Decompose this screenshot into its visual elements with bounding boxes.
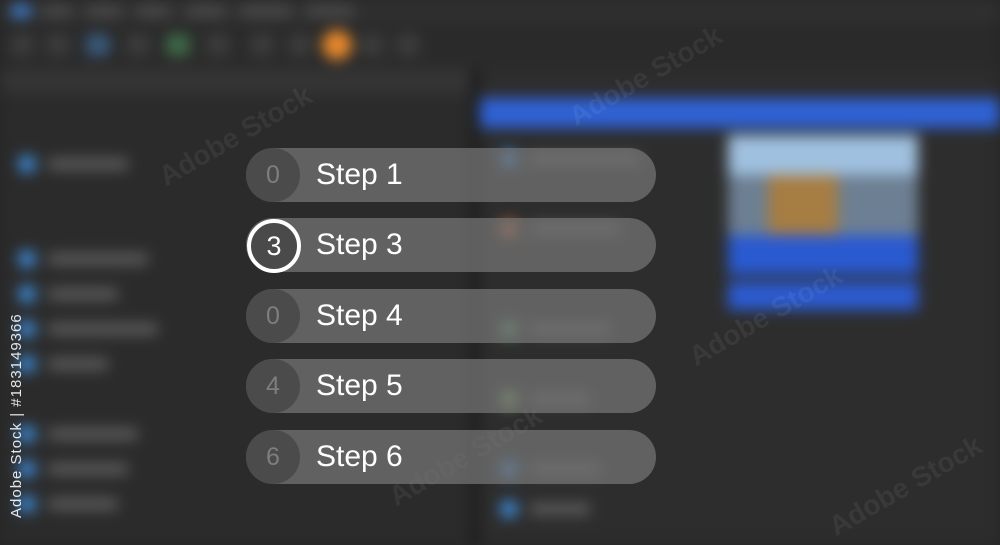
step-label: Step 6 (316, 440, 403, 473)
step-label: Step 1 (316, 158, 403, 191)
step-number-badge: 0 (246, 148, 300, 202)
step-number-badge: 4 (246, 359, 300, 413)
step-label: Step 4 (316, 299, 403, 332)
step-item[interactable]: 4 Step 5 (246, 359, 656, 413)
step-item-active[interactable]: 3 Step 3 (246, 218, 656, 273)
step-item[interactable]: 6 Step 6 (246, 430, 656, 484)
step-label: Step 5 (316, 369, 403, 402)
background-photo-card (728, 135, 918, 235)
step-number-badge: 6 (246, 430, 300, 484)
step-number-badge-active: 3 (247, 219, 301, 273)
background-toolbar (0, 22, 1000, 68)
step-item[interactable]: 0 Step 4 (246, 289, 656, 343)
step-label: Step 3 (316, 228, 403, 261)
step-item[interactable]: 0 Step 1 (246, 148, 656, 202)
stock-id-label: Adobe Stock | #183149366 (8, 313, 25, 519)
background-menubar (0, 0, 1000, 22)
step-number-badge: 0 (246, 289, 300, 343)
